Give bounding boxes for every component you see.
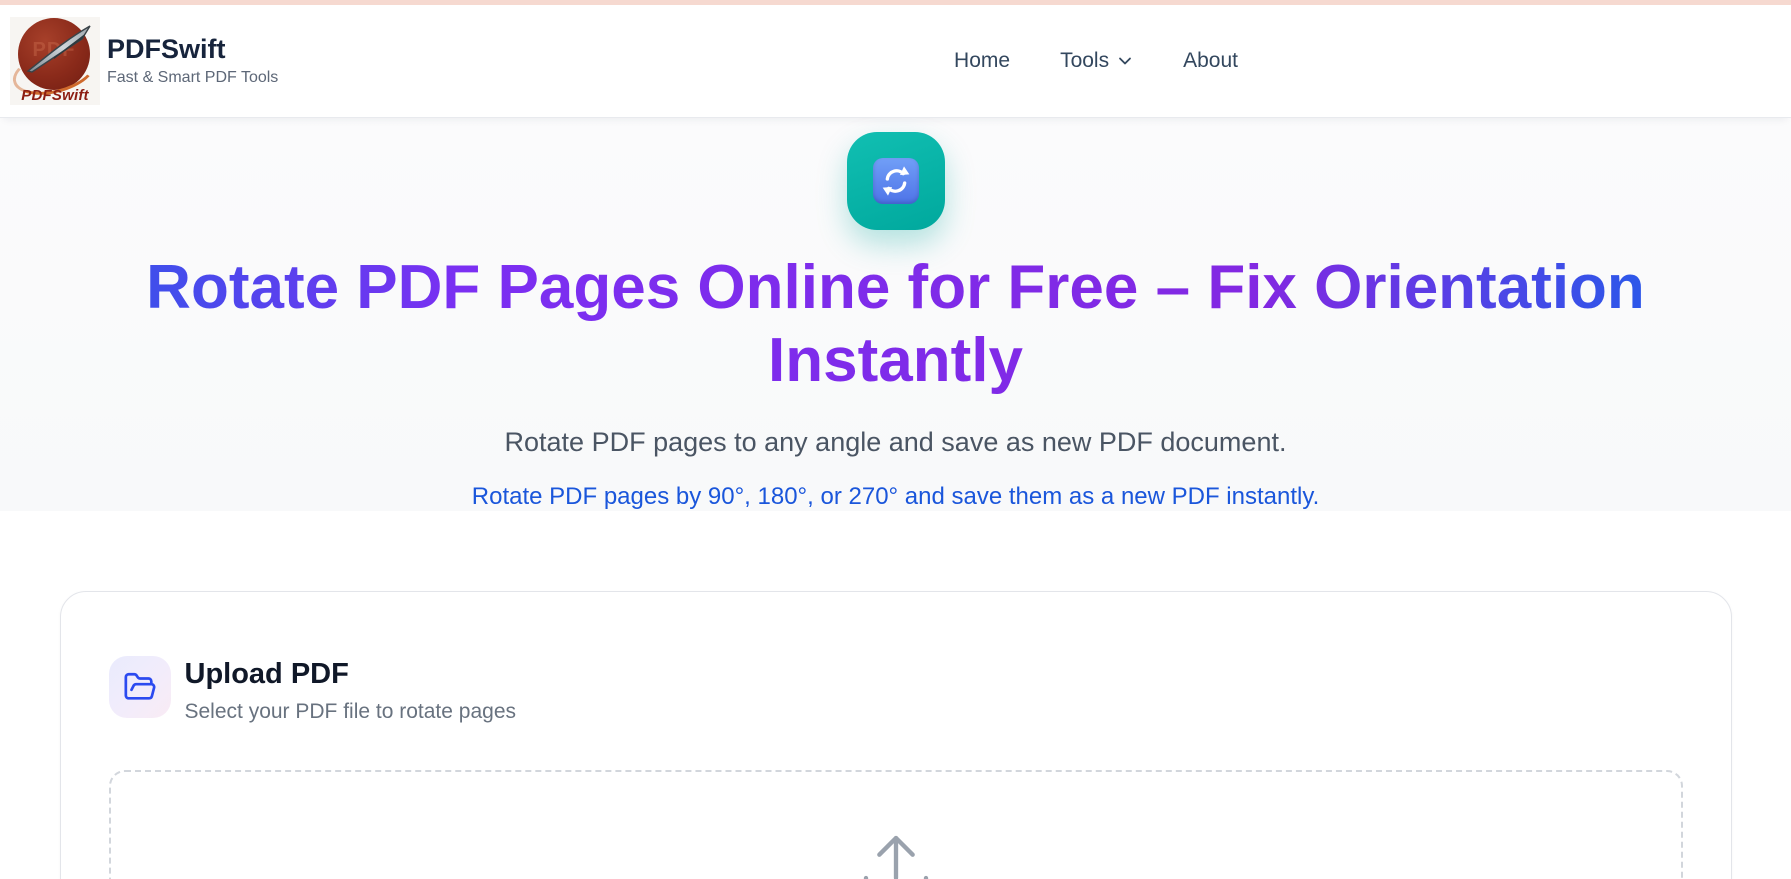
nav-item-tools[interactable]: Tools bbox=[1060, 49, 1133, 73]
upload-card-subtitle: Select your PDF file to rotate pages bbox=[184, 700, 517, 724]
folder-open-icon bbox=[108, 656, 171, 719]
logo-wordmark-text: PDFSwift bbox=[21, 87, 89, 104]
upload-card-title: Upload PDF bbox=[184, 658, 349, 691]
main-nav: Home Tools About bbox=[954, 49, 1238, 73]
upload-icon bbox=[863, 835, 928, 879]
hero-section: Rotate PDF Pages Online for Free – Fix O… bbox=[0, 118, 1791, 512]
upload-card: Upload PDF Select your PDF file to rotat… bbox=[59, 591, 1732, 879]
file-dropzone[interactable] bbox=[108, 770, 1683, 879]
hero-subtitle: Rotate PDF pages to any angle and save a… bbox=[504, 427, 1287, 458]
site-header: PDF PDFSwift PDFSwift Fast & Smart PDF T… bbox=[0, 5, 1791, 118]
brand-logo[interactable]: PDF PDFSwift bbox=[10, 17, 100, 105]
nav-home-label: Home bbox=[954, 49, 1011, 72]
rotate-icon bbox=[872, 158, 919, 204]
brand-text: PDFSwift Fast & Smart PDF Tools bbox=[107, 35, 278, 86]
nav-item-about[interactable]: About bbox=[1183, 49, 1238, 73]
hero-description: Rotate PDF pages by 90°, 180°, or 270° a… bbox=[471, 483, 1320, 511]
upload-card-titles: Upload PDF Select your PDF file to rotat… bbox=[185, 656, 517, 724]
hero-badge bbox=[846, 132, 945, 230]
upload-card-header: Upload PDF Select your PDF file to rotat… bbox=[108, 656, 1683, 724]
nav-tools-label: Tools bbox=[1060, 49, 1110, 72]
brand-tagline: Fast & Smart PDF Tools bbox=[107, 68, 279, 86]
nav-item-home[interactable]: Home bbox=[954, 49, 1010, 73]
page-title: Rotate PDF Pages Online for Free – Fix O… bbox=[60, 252, 1732, 397]
chevron-down-icon bbox=[1119, 57, 1132, 65]
brand-name: PDFSwift bbox=[107, 34, 226, 65]
nav-about-label: About bbox=[1183, 49, 1238, 72]
